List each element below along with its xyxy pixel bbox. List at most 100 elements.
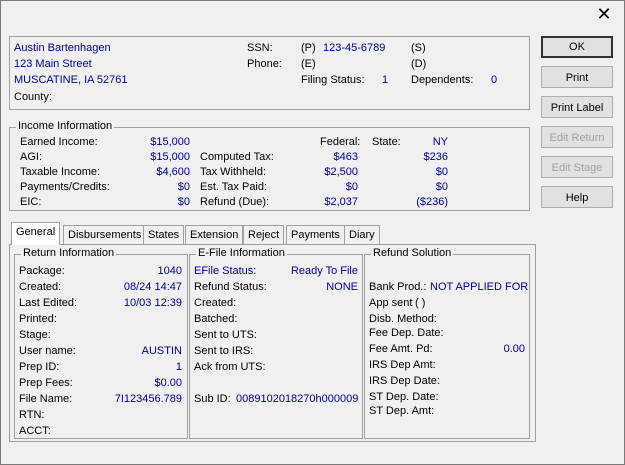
- refund-solution-group: Refund Solution Bank Prod.: NOT APPLIED …: [364, 247, 530, 439]
- income-legend: Income Information: [16, 120, 115, 132]
- sub-id-label: Sub ID:: [194, 393, 231, 405]
- agi-value: $15,000: [150, 151, 190, 163]
- package-label: Package:: [19, 265, 65, 277]
- phone-evening-label: (E): [301, 58, 316, 70]
- ok-button[interactable]: OK: [541, 36, 613, 58]
- ssn-spouse-label: (S): [411, 42, 426, 54]
- fee-dep-date-label: Fee Dep. Date:: [369, 327, 444, 339]
- disb-method-label: Disb. Method:: [369, 313, 437, 325]
- tax-withheld-label: Tax Withheld:: [200, 166, 267, 178]
- earned-income-label: Earned Income:: [20, 136, 98, 148]
- edit-return-button[interactable]: Edit Return: [541, 126, 613, 148]
- st-dep-amt-label: ST Dep. Amt:: [369, 405, 435, 417]
- est-tax-paid-state: $0: [435, 181, 448, 193]
- package-value: 1040: [157, 265, 182, 277]
- refund-due-state: ($236): [416, 196, 448, 208]
- tab-payments[interactable]: Payments: [286, 225, 345, 244]
- tab-disbursements[interactable]: Disbursements: [63, 225, 147, 244]
- bank-prod-value: NOT APPLIED FOR: [430, 281, 529, 293]
- fee-amt-value: 0.00: [503, 343, 525, 355]
- sub-id-value: 0089102018270h000009: [236, 393, 359, 405]
- file-name-value: 7I123456.789: [114, 393, 182, 405]
- edit-stage-button[interactable]: Edit Stage: [541, 156, 613, 178]
- last-edited-value: 10/03 12:39: [123, 297, 182, 309]
- prep-id-label: Prep ID:: [19, 361, 60, 373]
- app-sent-value: ( ): [415, 297, 426, 309]
- taxable-income-value: $4,600: [156, 166, 190, 178]
- ssn-primary-label: (P): [301, 42, 316, 54]
- sent-to-irs-label: Sent to IRS:: [194, 345, 254, 357]
- acct-label: ACCT:: [19, 425, 51, 437]
- file-name-label: File Name:: [19, 393, 73, 405]
- efile-status-value: Ready To File: [290, 265, 358, 277]
- efile-status-label: EFile Status:: [194, 265, 257, 277]
- est-tax-paid-label: Est. Tax Paid:: [200, 181, 268, 193]
- tab-general[interactable]: General: [11, 222, 61, 245]
- return-info-group: Return Information Package: 1040 Created…: [14, 247, 188, 439]
- dependents-value: 0: [491, 74, 498, 86]
- agi-label: AGI:: [20, 151, 43, 163]
- filing-status-label: Filing Status:: [301, 74, 365, 86]
- print-label-button[interactable]: Print Label: [541, 96, 613, 118]
- earned-income-value: $15,000: [150, 136, 190, 148]
- computed-tax-state: $236: [423, 151, 448, 163]
- user-name-value: AUSTIN: [141, 345, 182, 357]
- refund-due-federal: $2,037: [324, 196, 358, 208]
- prep-id-value: 1: [175, 361, 182, 373]
- created-label: Created:: [19, 281, 62, 293]
- tab-reject[interactable]: Reject: [243, 225, 285, 244]
- prep-fees-label: Prep Fees:: [19, 377, 73, 389]
- income-group: Income Information Earned Income: $15,00…: [9, 120, 530, 211]
- computed-tax-label: Computed Tax:: [200, 151, 274, 163]
- general-tab-panel: Return Information Package: 1040 Created…: [9, 244, 536, 442]
- return-info-legend: Return Information: [21, 247, 117, 259]
- bank-prod-label: Bank Prod.:: [369, 281, 427, 293]
- ack-from-uts-label: Ack from UTS:: [194, 361, 266, 373]
- created-value: 08/24 14:47: [123, 281, 182, 293]
- taxpayer-panel: Austin Bartenhagen 123 Main Street MUSCA…: [9, 36, 530, 110]
- state-value: NY: [432, 136, 448, 148]
- tab-diary[interactable]: Diary: [344, 225, 380, 244]
- eic-value: $0: [177, 196, 190, 208]
- taxpayer-street: 123 Main Street: [14, 58, 92, 70]
- help-button[interactable]: Help: [541, 186, 613, 208]
- ssn-label: SSN:: [247, 42, 273, 54]
- ssn-value: 123-45-6789: [323, 42, 386, 54]
- printed-label: Printed:: [19, 313, 57, 325]
- prep-fees-value: $0.00: [154, 377, 182, 389]
- last-edited-label: Last Edited:: [19, 297, 78, 309]
- refund-solution-legend: Refund Solution: [371, 247, 454, 259]
- taxpayer-dialog: ✕ Austin Bartenhagen 123 Main Street MUS…: [0, 0, 625, 465]
- efile-created-label: Created:: [194, 297, 237, 309]
- tab-extension[interactable]: Extension: [185, 225, 244, 244]
- phone-label: Phone:: [247, 58, 282, 70]
- efile-info-group: E-File Information EFile Status: Ready T…: [189, 247, 363, 439]
- sent-to-uts-label: Sent to UTS:: [194, 329, 257, 341]
- close-icon[interactable]: ✕: [592, 3, 616, 27]
- refund-status-label: Refund Status:: [194, 281, 267, 293]
- state-label: State:: [372, 136, 401, 148]
- batched-label: Batched:: [194, 313, 238, 325]
- dependents-label: Dependents:: [411, 74, 474, 86]
- user-name-label: User name:: [19, 345, 76, 357]
- rtn-label: RTN:: [19, 409, 45, 421]
- app-sent-label: App sent: [369, 297, 413, 309]
- stage-label: Stage:: [19, 329, 51, 341]
- fee-amt-label: Fee Amt. Pd:: [369, 343, 433, 355]
- federal-label: Federal:: [320, 136, 361, 148]
- county-label: County:: [14, 91, 52, 103]
- taxable-income-label: Taxable Income:: [20, 166, 101, 178]
- phone-day-label: (D): [411, 58, 427, 70]
- payments-value: $0: [177, 181, 190, 193]
- efile-info-legend: E-File Information: [196, 247, 287, 259]
- irs-dep-amt-label: IRS Dep Amt:: [369, 359, 436, 371]
- st-dep-date-label: ST Dep. Date:: [369, 391, 439, 403]
- refund-status-value: NONE: [326, 281, 358, 293]
- tax-withheld-state: $0: [435, 166, 448, 178]
- taxpayer-city: MUSCATINE, IA 52761: [14, 74, 128, 86]
- taxpayer-name: Austin Bartenhagen: [14, 42, 111, 54]
- est-tax-paid-federal: $0: [345, 181, 358, 193]
- tab-states[interactable]: States: [143, 225, 185, 244]
- refund-due-label: Refund (Due):: [200, 196, 270, 208]
- print-button[interactable]: Print: [541, 66, 613, 88]
